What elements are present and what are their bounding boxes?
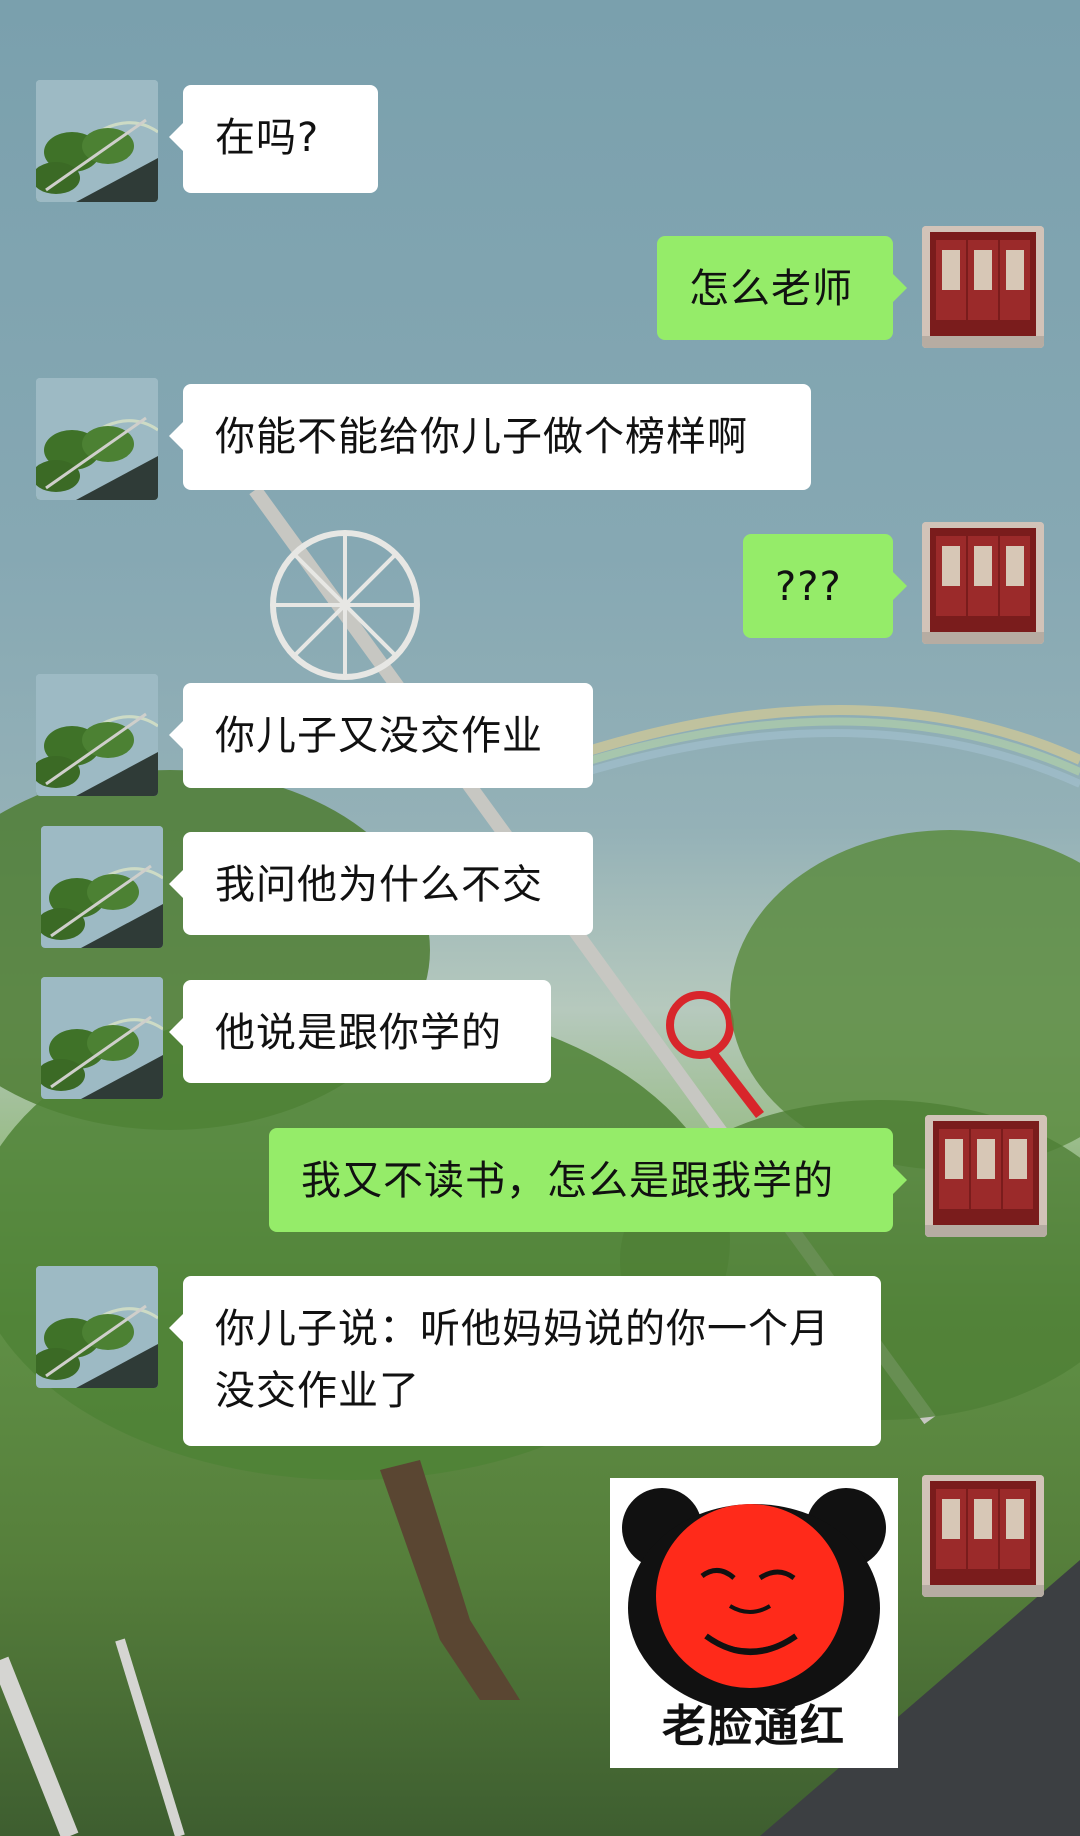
self-avatar[interactable] xyxy=(922,522,1044,644)
message-text: ??? xyxy=(775,564,842,610)
tree-rainbow-avatar-icon xyxy=(36,378,158,500)
message-text: 在吗? xyxy=(215,115,320,161)
message-bubble-outgoing[interactable]: ??? xyxy=(743,534,907,638)
contact-avatar[interactable] xyxy=(41,826,163,948)
red-door-avatar-icon xyxy=(922,522,1044,644)
contact-avatar[interactable] xyxy=(36,378,158,500)
tree-rainbow-avatar-icon xyxy=(36,674,158,796)
tree-rainbow-avatar-icon xyxy=(41,826,163,948)
message-text: 怎么老师 xyxy=(689,266,853,312)
message-text: 他说是跟你学的 xyxy=(215,1010,502,1056)
message-bubble-outgoing[interactable]: 我又不读书，怎么是跟我学的 xyxy=(269,1128,907,1232)
self-avatar[interactable] xyxy=(922,1475,1044,1597)
message-text: 我又不读书，怎么是跟我学的 xyxy=(301,1158,834,1204)
tree-rainbow-avatar-icon xyxy=(41,977,163,1099)
contact-avatar[interactable] xyxy=(36,674,158,796)
message-text: 你儿子说：听他妈妈说的你一个月没交作业了 xyxy=(215,1306,830,1414)
red-panda-face-icon xyxy=(622,1488,886,1708)
message-text: 我问他为什么不交 xyxy=(215,862,543,908)
contact-avatar[interactable] xyxy=(36,80,158,202)
contact-avatar[interactable] xyxy=(41,977,163,1099)
red-door-avatar-icon xyxy=(922,226,1044,348)
message-text: 你儿子又没交作业 xyxy=(215,713,543,759)
message-bubble-incoming[interactable]: 我问他为什么不交 xyxy=(169,832,593,935)
self-avatar[interactable] xyxy=(922,226,1044,348)
red-door-avatar-icon xyxy=(922,1475,1044,1597)
sticker-message[interactable]: 老脸通红 xyxy=(610,1478,898,1768)
tree-rainbow-avatar-icon xyxy=(36,1266,158,1388)
sticker-caption: 老脸通红 xyxy=(662,1701,846,1752)
contact-avatar[interactable] xyxy=(36,1266,158,1388)
self-avatar[interactable] xyxy=(925,1115,1047,1237)
message-bubble-outgoing[interactable]: 怎么老师 xyxy=(657,236,907,340)
red-door-avatar-icon xyxy=(925,1115,1047,1237)
message-text: 你能不能给你儿子做个榜样啊 xyxy=(215,414,748,460)
tree-rainbow-avatar-icon xyxy=(36,80,158,202)
message-bubble-incoming[interactable]: 他说是跟你学的 xyxy=(169,980,551,1083)
message-bubble-incoming[interactable]: 在吗? xyxy=(169,85,378,193)
message-bubble-incoming[interactable]: 你儿子说：听他妈妈说的你一个月没交作业了 xyxy=(169,1276,881,1446)
message-bubble-incoming[interactable]: 你能不能给你儿子做个榜样啊 xyxy=(169,384,811,490)
message-bubble-incoming[interactable]: 你儿子又没交作业 xyxy=(169,683,593,788)
chat-message-list[interactable]: 在吗? 怎么老师 你能不能给你儿子做个榜样啊 ??? 你儿子又没交作业 我问他为… xyxy=(0,0,1080,1836)
